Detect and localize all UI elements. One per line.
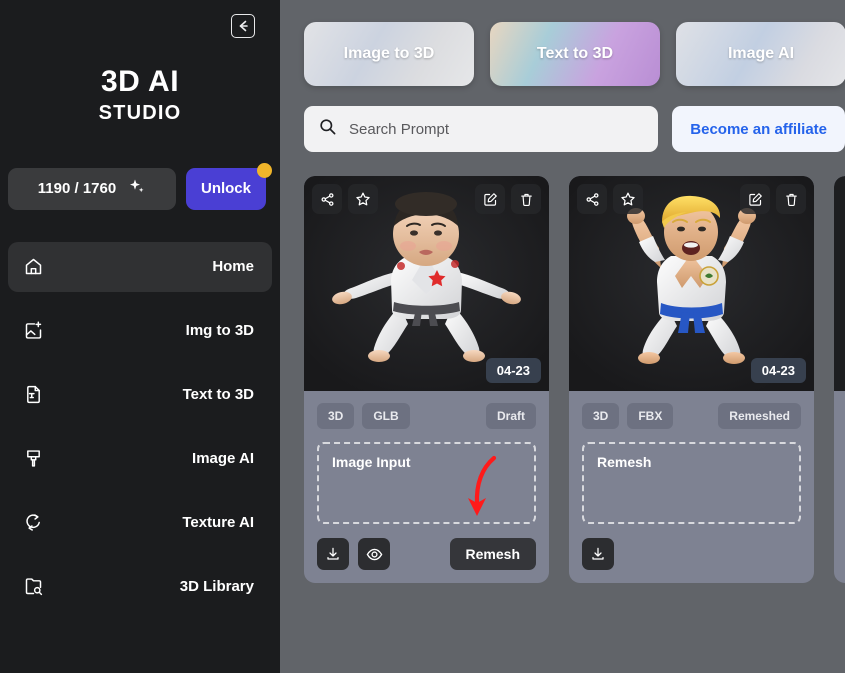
share-icon[interactable] — [312, 184, 342, 214]
folder-search-icon — [20, 574, 46, 600]
card-action-bar — [577, 184, 806, 214]
card-body — [834, 391, 845, 525]
file-text-icon — [20, 382, 46, 408]
become-affiliate-button[interactable]: Become an affiliate — [672, 106, 845, 152]
sidebar-item-label: Texture AI — [182, 514, 254, 531]
download-icon[interactable] — [317, 538, 349, 570]
card-preview[interactable]: 04-23 — [569, 176, 814, 391]
card-preview[interactable] — [834, 176, 845, 391]
sidebar-item-label: Image AI — [192, 450, 254, 467]
download-icon[interactable] — [582, 538, 614, 570]
texture-cube-icon — [20, 510, 46, 536]
unlock-notification-dot — [257, 162, 272, 178]
remesh-button[interactable]: Remesh — [449, 538, 536, 570]
brand-logo: 3D AI STUDIO — [0, 66, 280, 128]
card-body: 3D FBX Remeshed Remesh — [569, 391, 814, 583]
remesh-dropzone[interactable]: Remesh — [582, 442, 801, 524]
dropzone-label: Remesh — [597, 454, 652, 470]
card-badges: 3D FBX Remeshed — [582, 403, 801, 429]
annotation-arrow — [468, 455, 497, 516]
search-box[interactable] — [304, 106, 659, 152]
sidebar-item-3d-library[interactable]: 3D Library — [8, 562, 272, 612]
badge-format-type: 3D — [582, 403, 620, 429]
collapse-sidebar-button[interactable] — [231, 14, 255, 38]
tab-label: Text to 3D — [536, 45, 614, 62]
unlock-wrapper: Unlock — [186, 162, 272, 210]
sidebar-item-texture-ai[interactable]: Texture AI — [8, 498, 272, 548]
credits-row: 1190 / 1760 Unlock — [8, 162, 280, 210]
mode-tabs: Image to 3D Text to 3D Image AI — [280, 0, 845, 86]
search-icon — [318, 117, 337, 141]
sidebar-item-label: Text to 3D — [182, 386, 254, 403]
tab-label: Image to 3D — [343, 45, 435, 62]
sidebar: 3D AI STUDIO 1190 / 1760 Unlock Home Img… — [0, 0, 280, 673]
card-badges: 3D GLB Draft — [317, 403, 536, 429]
sidebar-top-row — [0, 0, 280, 46]
app-root: 3D AI STUDIO 1190 / 1760 Unlock Home Img… — [0, 0, 845, 673]
sidebar-item-text-to-3d[interactable]: Text to 3D — [8, 370, 272, 420]
project-card[interactable] — [834, 176, 845, 583]
home-icon — [20, 254, 46, 280]
status-badge: Remeshed — [718, 403, 801, 429]
search-input[interactable] — [349, 120, 645, 138]
credits-pill[interactable]: 1190 / 1760 — [8, 167, 176, 210]
project-card-list: 04-23 3D GLB Draft Image Input Remesh 04… — [280, 152, 845, 583]
image-input-dropzone[interactable]: Image Input — [317, 442, 536, 524]
sidebar-nav: Home Img to 3D Text to 3D Image AI Textu… — [0, 241, 280, 626]
card-actions — [582, 538, 801, 570]
sidebar-item-home[interactable]: Home — [8, 241, 272, 292]
sidebar-item-label: Home — [212, 258, 254, 275]
badge-file-format: GLB — [362, 403, 410, 429]
brand-subtitle: STUDIO — [98, 101, 182, 124]
share-icon[interactable] — [577, 184, 607, 214]
star-icon[interactable] — [613, 184, 643, 214]
status-badge: Draft — [485, 403, 536, 429]
tab-image-to-3d[interactable]: Image to 3D — [304, 22, 474, 86]
edit-icon[interactable] — [475, 184, 505, 214]
tab-label: Image AI — [727, 45, 795, 62]
badge-format-type: 3D — [317, 403, 355, 429]
brand-title: 3D AI — [100, 65, 180, 98]
star-icon[interactable] — [348, 184, 378, 214]
badge-file-format: FBX — [627, 403, 674, 429]
sidebar-item-label: 3D Library — [179, 578, 254, 595]
main-content: Image to 3D Text to 3D Image AI Become a… — [280, 0, 845, 673]
image-plus-icon — [20, 318, 46, 344]
arrow-left-icon — [236, 19, 250, 33]
tab-image-ai[interactable]: Image AI — [676, 22, 845, 86]
card-body: 3D GLB Draft Image Input Remesh — [304, 391, 549, 583]
credits-value: 1190 / 1760 — [37, 180, 117, 197]
sidebar-item-label: Img to 3D — [185, 322, 254, 339]
trash-icon[interactable] — [511, 184, 541, 214]
project-card[interactable]: 04-23 3D GLB Draft Image Input Remesh — [304, 176, 549, 583]
date-badge: 04-23 — [485, 358, 541, 383]
unlock-button[interactable]: Unlock — [186, 167, 266, 210]
card-action-bar — [312, 184, 541, 214]
edit-icon[interactable] — [740, 184, 770, 214]
sidebar-item-image-ai[interactable]: Image AI — [8, 434, 272, 484]
search-row: Become an affiliate — [280, 86, 845, 152]
sparkle-icon — [128, 178, 146, 200]
card-preview[interactable]: 04-23 — [304, 176, 549, 391]
date-badge: 04-23 — [750, 358, 806, 383]
brush-icon — [20, 446, 46, 472]
sidebar-item-img-to-3d[interactable]: Img to 3D — [8, 306, 272, 356]
tab-text-to-3d[interactable]: Text to 3D — [490, 22, 660, 86]
eye-icon[interactable] — [358, 538, 390, 570]
card-actions: Remesh — [317, 538, 536, 570]
project-card[interactable]: 04-23 3D FBX Remeshed Remesh — [569, 176, 814, 583]
trash-icon[interactable] — [776, 184, 806, 214]
